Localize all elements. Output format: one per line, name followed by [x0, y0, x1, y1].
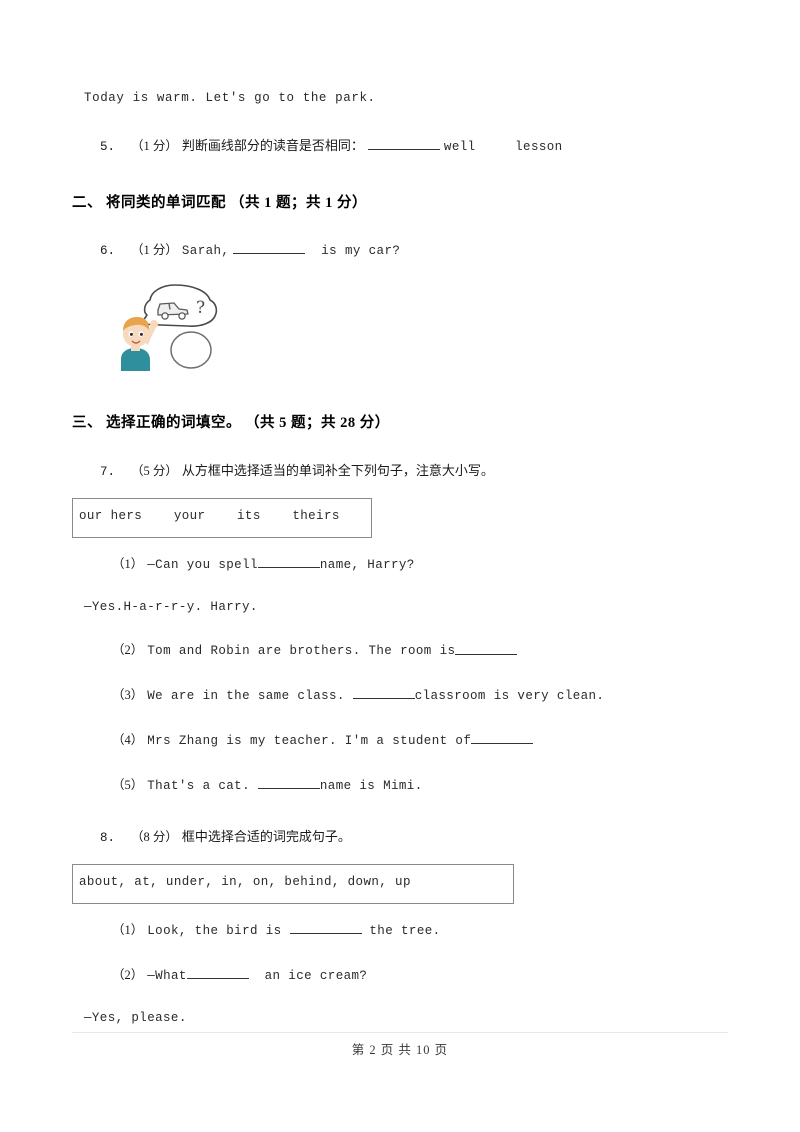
- question-8-item-2-before: —What: [147, 969, 187, 984]
- question-5-number: 5.: [100, 139, 116, 154]
- question-7-item-1-after: name, Harry?: [319, 557, 415, 572]
- question-8-item-1-label: （1）: [112, 923, 144, 938]
- question-7-item-1-answer: —Yes.H-a-r-r-y. Harry.: [72, 597, 728, 617]
- section-2-title: 将同类的单词匹配: [106, 194, 226, 211]
- question-6-illustration: ?: [117, 279, 225, 371]
- section-heading-3: 三、 选择正确的词填空。 （共 5 题；共 28 分）: [72, 411, 728, 432]
- boy-figure: [121, 316, 158, 371]
- question-6: 6. （1 分） Sarah, is my car?: [72, 238, 728, 261]
- document-page: Today is warm. Let's go to the park. 5. …: [0, 0, 800, 1132]
- question-5-prompt: 判断画线部分的读音是否相同：: [181, 137, 364, 153]
- question-7-item-2-before: Tom and Robin are brothers. The room is: [147, 644, 456, 659]
- top-sentence-text: Today is warm. Let's go to the park.: [84, 91, 376, 105]
- question-8-wordbank-text: about, at, under, in, on, behind, down, …: [79, 875, 411, 890]
- question-6-text-after: is my car?: [321, 243, 401, 258]
- question-8-item-2-answer-text: —Yes, please.: [84, 1010, 187, 1025]
- question-8-item-1-before: Look, the bird is: [147, 924, 290, 939]
- question-5-word-b: lesson: [515, 139, 563, 154]
- question-7-item-2-blank[interactable]: [455, 638, 518, 655]
- question-7-item-3-label: （3）: [112, 688, 144, 703]
- question-7-item-4-blank[interactable]: [471, 728, 534, 745]
- section-2-meta: （共 1 题；共 1 分）: [230, 194, 367, 211]
- footer-page-indicator: 第 2 页 共 10 页: [351, 1043, 449, 1057]
- question-8-item-2-blank[interactable]: [186, 963, 249, 980]
- question-7-item-3: （3） We are in the same class. classroom …: [72, 683, 728, 706]
- section-2-index: 二、: [72, 194, 102, 211]
- question-7-item-1-before: —Can you spell: [147, 557, 258, 572]
- question-7-item-4-label: （4）: [112, 733, 144, 748]
- shirt: [121, 347, 150, 371]
- question-7-score: （5 分）: [131, 463, 178, 478]
- question-6-score: （1 分）: [131, 242, 178, 257]
- question-8-item-1: （1） Look, the bird is the tree.: [72, 918, 728, 941]
- section-3-title: 选择正确的词填空。: [106, 414, 241, 431]
- question-7-item-5-before: That's a cat.: [147, 779, 258, 794]
- question-7-item-4-before: Mrs Zhang is my teacher. I'm a student o…: [147, 734, 472, 749]
- section-heading-2: 二、 将同类的单词匹配 （共 1 题；共 1 分）: [72, 191, 728, 212]
- question-8-score: （8 分）: [131, 830, 178, 845]
- question-8-item-2-label: （2）: [112, 968, 144, 983]
- question-7-item-3-blank[interactable]: [352, 683, 415, 700]
- question-7-prompt-row: 7. （5 分） 从方框中选择适当的单词补全下列句子，注意大小写。: [72, 460, 728, 480]
- question-6-number: 6.: [100, 243, 116, 258]
- question-7-item-3-after: classroom is very clean.: [414, 689, 605, 704]
- question-5-blank[interactable]: [367, 134, 440, 150]
- question-7-item-5-blank[interactable]: [257, 773, 320, 790]
- question-7-wordbank: our hers your its theirs: [72, 497, 372, 538]
- section-3-meta: （共 5 题；共 28 分）: [245, 414, 390, 431]
- question-7-item-1-blank[interactable]: [257, 552, 320, 568]
- question-7-item-4: （4） Mrs Zhang is my teacher. I'm a stude…: [72, 728, 728, 751]
- question-7-item-1: （1） —Can you spell name, Harry?: [72, 552, 728, 575]
- question-5-word-a: well: [443, 139, 476, 154]
- boy-pointing-with-car-thought-bubble-icon: ?: [121, 283, 218, 371]
- top-sentence-fragment: Today is warm. Let's go to the park.: [72, 88, 728, 108]
- question-mark-glyph: ?: [196, 298, 205, 318]
- question-8-item-2-after: an ice cream?: [264, 969, 368, 984]
- section-3-index: 三、: [72, 414, 102, 431]
- question-7-item-3-before: We are in the same class.: [147, 689, 353, 704]
- question-6-blank[interactable]: [233, 238, 306, 254]
- question-7-number: 7.: [100, 464, 116, 479]
- question-8-item-2: （2） —What an ice cream?: [72, 963, 728, 986]
- question-7-wordbank-text: our hers your its theirs: [79, 508, 340, 523]
- question-7-prompt: 从方框中选择适当的单词补全下列句子，注意大小写。: [181, 462, 494, 478]
- question-7-item-1-answer-text: —Yes.H-a-r-r-y. Harry.: [84, 599, 258, 614]
- question-6-text-before: Sarah,: [181, 243, 230, 258]
- question-8-item-1-blank[interactable]: [289, 918, 362, 935]
- question-7-item-2-label: （2）: [112, 643, 144, 658]
- question-5: 5. （1 分） 判断画线部分的读音是否相同： well lesson: [72, 134, 728, 157]
- footer-divider: [72, 1032, 728, 1033]
- page-content: Today is warm. Let's go to the park. 5. …: [72, 88, 728, 1028]
- question-5-score: （1 分）: [131, 138, 178, 153]
- question-8-item-1-after: the tree.: [369, 924, 441, 939]
- hand: [150, 319, 158, 328]
- question-7-item-2: （2） Tom and Robin are brothers. The room…: [72, 638, 728, 661]
- question-8-wordbank: about, at, under, in, on, behind, down, …: [72, 864, 514, 905]
- question-8-item-2-answer: —Yes, please.: [72, 1008, 728, 1028]
- question-8-prompt: 框中选择合适的词完成句子。: [181, 829, 351, 845]
- question-7-item-1-label: （1）: [112, 556, 144, 571]
- question-7-item-5: （5） That's a cat. name is Mimi.: [72, 773, 728, 796]
- question-7-item-5-after: name is Mimi.: [319, 779, 423, 794]
- empty-answer-bubble[interactable]: [170, 330, 212, 369]
- question-7-item-5-label: （5）: [112, 778, 144, 793]
- question-8-number: 8.: [100, 831, 116, 846]
- question-8-prompt-row: 8. （8 分） 框中选择合适的词完成句子。: [72, 826, 728, 846]
- page-footer: 第 2 页 共 10 页: [0, 1032, 800, 1059]
